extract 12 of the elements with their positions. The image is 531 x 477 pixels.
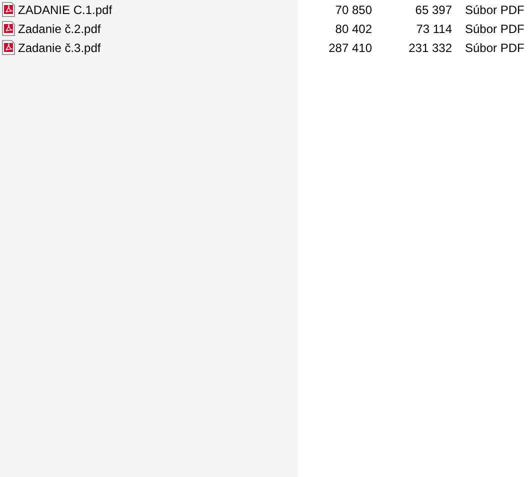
- file-name[interactable]: ZADANIE C.1.pdf: [18, 0, 112, 18]
- file-type: Súbor PDF: [465, 2, 524, 18]
- file-size: 70 850: [334, 2, 372, 18]
- file-type: Súbor PDF: [465, 40, 524, 56]
- packed-size: 73 114: [415, 20, 452, 38]
- file-name[interactable]: Zadanie č.3.pdf: [18, 38, 101, 56]
- packed-size: 231 332: [408, 40, 452, 56]
- packed-size: 65 397: [414, 2, 452, 18]
- file-size: 287 410: [328, 40, 372, 56]
- file-type: Súbor PDF: [465, 20, 524, 38]
- file-name[interactable]: Zadanie č.2.pdf: [18, 20, 101, 38]
- file-size: 80 402: [334, 20, 372, 38]
